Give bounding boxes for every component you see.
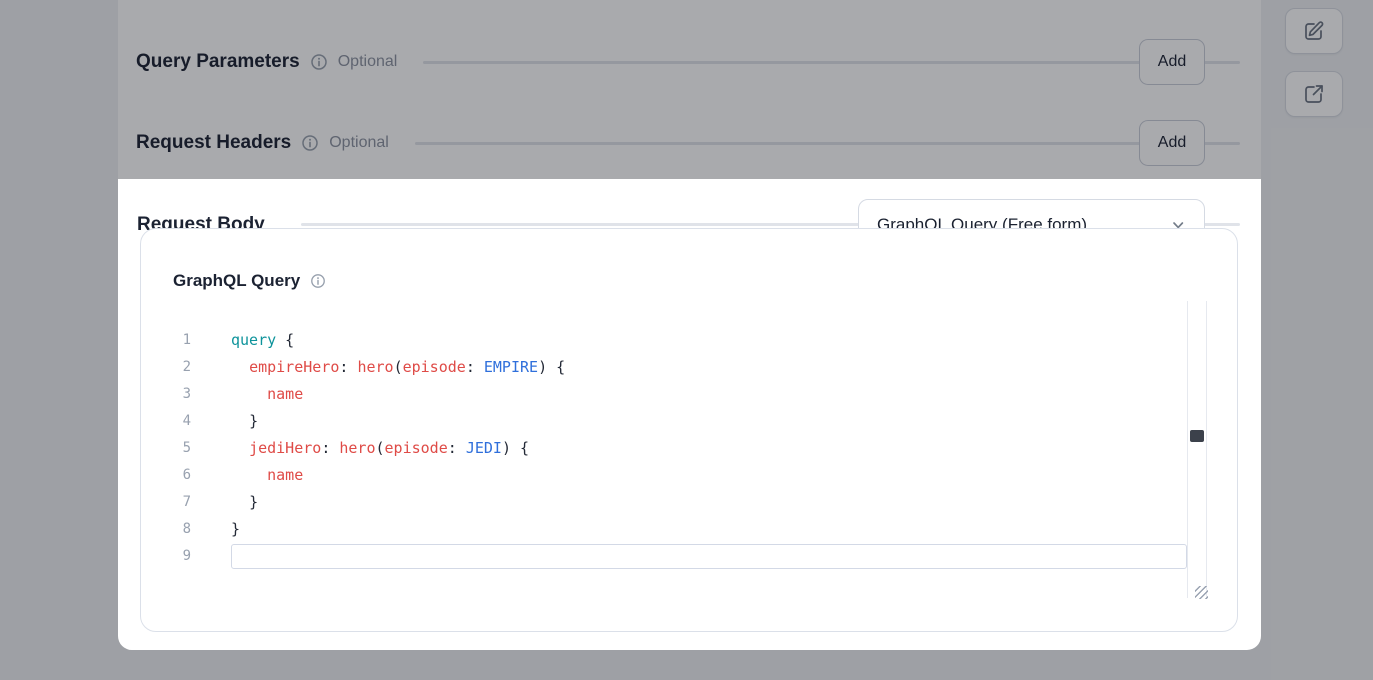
line-number: 2 [159, 354, 191, 381]
editor-resize-handle[interactable] [1195, 586, 1208, 599]
code-line: name [231, 462, 565, 489]
request-body-section: Request Body GraphQL Query (Free form) G… [118, 179, 1261, 650]
code-line: query { [231, 327, 565, 354]
scrollbar-thumb[interactable] [1190, 430, 1204, 442]
line-number-gutter: 123456789 [159, 327, 191, 570]
code-line: } [231, 408, 565, 435]
line-number: 3 [159, 381, 191, 408]
line-number: 9 [159, 543, 191, 570]
code-line: empireHero: hero(episode: EMPIRE) { [231, 354, 565, 381]
line-number: 6 [159, 462, 191, 489]
line-number: 7 [159, 489, 191, 516]
editor-scrollbar[interactable] [1187, 301, 1207, 598]
code-line: name [231, 381, 565, 408]
code-line: jediHero: hero(episode: JEDI) { [231, 435, 565, 462]
line-number: 5 [159, 435, 191, 462]
info-icon[interactable] [310, 273, 326, 289]
line-number: 1 [159, 327, 191, 354]
graphql-query-label-row: GraphQL Query [173, 271, 326, 291]
graphql-query-label: GraphQL Query [173, 271, 300, 291]
line-number: 8 [159, 516, 191, 543]
code-line: } [231, 489, 565, 516]
cursor-line-highlight [231, 544, 1187, 569]
graphql-query-panel: GraphQL Query 123456789 query { empireHe… [140, 228, 1238, 632]
graphql-code-editor[interactable]: query { empireHero: hero(episode: EMPIRE… [231, 327, 565, 570]
line-number: 4 [159, 408, 191, 435]
code-line: } [231, 516, 565, 543]
